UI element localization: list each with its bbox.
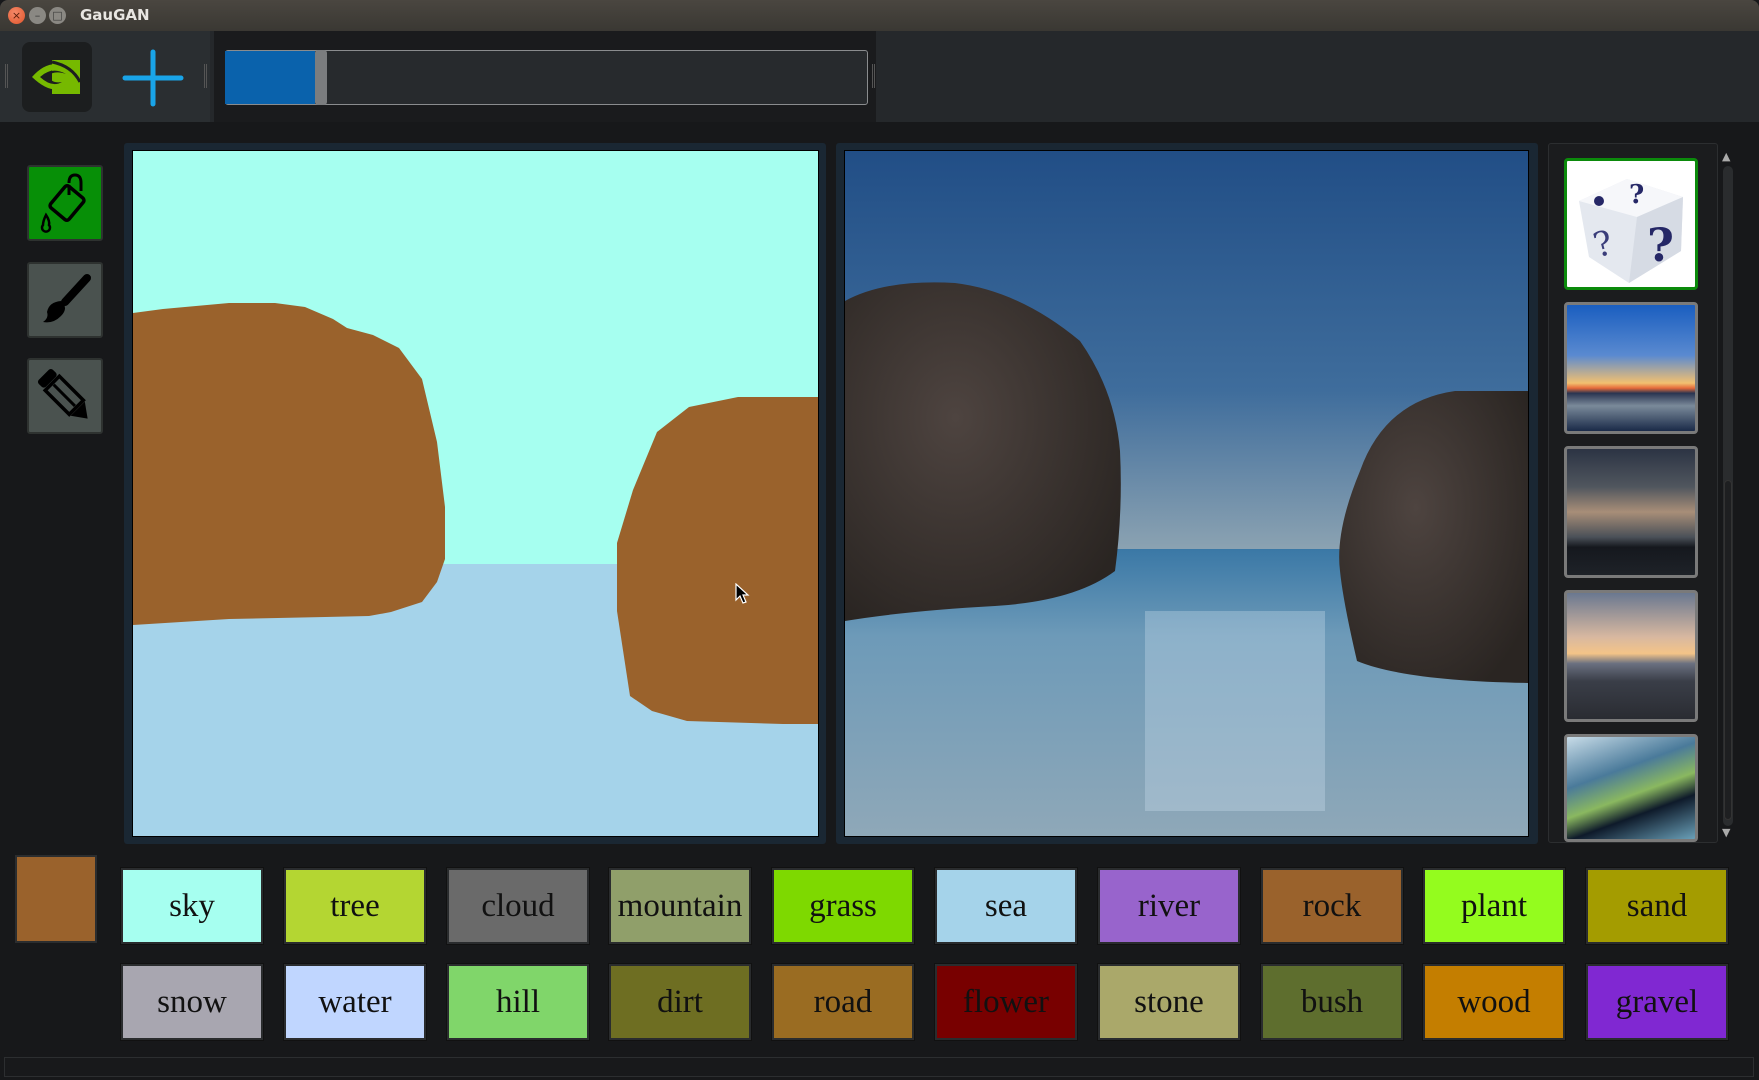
label-button-text: wood bbox=[1457, 983, 1531, 1020]
nvidia-logo-button[interactable] bbox=[22, 42, 92, 112]
label-button-text: rock bbox=[1302, 887, 1362, 924]
generated-output-image bbox=[844, 150, 1529, 837]
scrollbar-thumb[interactable] bbox=[1724, 480, 1732, 820]
pencil-tool-button[interactable] bbox=[27, 358, 103, 434]
label-button-text: water bbox=[318, 983, 392, 1020]
window-title: GauGAN bbox=[80, 6, 150, 24]
label-button-text: road bbox=[813, 983, 873, 1020]
label-button-text: mountain bbox=[617, 887, 743, 924]
thumbnail-city-sunset[interactable] bbox=[1564, 590, 1698, 722]
thumbnail-scrollbar[interactable]: ▲ ▼ bbox=[1722, 150, 1734, 840]
label-button-road[interactable]: road bbox=[771, 963, 915, 1041]
toolbar-grip[interactable] bbox=[204, 64, 207, 88]
scroll-down-arrow-icon[interactable]: ▼ bbox=[1722, 826, 1730, 839]
label-button-text: flower bbox=[962, 983, 1050, 1020]
thumbnail-sunset-lake[interactable] bbox=[1564, 302, 1698, 434]
label-button-grass[interactable]: grass bbox=[771, 867, 915, 945]
window-minimize-button[interactable]: – bbox=[29, 7, 46, 24]
svg-text:?: ? bbox=[1647, 218, 1674, 272]
status-bar bbox=[4, 1057, 1754, 1077]
add-button[interactable] bbox=[118, 46, 188, 110]
label-button-plant[interactable]: plant bbox=[1422, 867, 1566, 945]
label-button-mountain[interactable]: mountain bbox=[608, 867, 752, 945]
paint-bucket-tool-button[interactable] bbox=[27, 165, 103, 241]
label-button-river[interactable]: river bbox=[1097, 867, 1241, 945]
label-button-cloud[interactable]: cloud bbox=[446, 867, 590, 945]
plus-icon bbox=[122, 49, 184, 107]
paint-bucket-icon bbox=[40, 173, 86, 233]
window-close-button[interactable]: × bbox=[8, 7, 25, 24]
dice-icon: ? ? ? bbox=[1579, 179, 1683, 283]
label-button-text: sky bbox=[169, 887, 215, 924]
pencil-icon bbox=[37, 368, 88, 419]
label-button-text: grass bbox=[809, 887, 877, 924]
current-color-swatch bbox=[15, 855, 97, 943]
label-button-snow[interactable]: snow bbox=[120, 963, 264, 1041]
svg-text:?: ? bbox=[1629, 180, 1644, 210]
label-button-text: plant bbox=[1461, 887, 1527, 924]
thumbnail-painting[interactable] bbox=[1564, 734, 1698, 842]
label-button-text: tree bbox=[330, 887, 380, 924]
brush-icon bbox=[43, 274, 91, 323]
label-button-text: sea bbox=[984, 887, 1028, 924]
toolbar-grip[interactable] bbox=[5, 64, 8, 88]
label-button-text: sand bbox=[1626, 887, 1688, 924]
label-button-dirt[interactable]: dirt bbox=[608, 963, 752, 1041]
label-button-hill[interactable]: hill bbox=[446, 963, 590, 1041]
label-button-rock[interactable]: rock bbox=[1260, 867, 1404, 945]
label-button-sky[interactable]: sky bbox=[120, 867, 264, 945]
label-button-water[interactable]: water bbox=[283, 963, 427, 1041]
label-button-stone[interactable]: stone bbox=[1097, 963, 1241, 1041]
label-button-text: dirt bbox=[657, 983, 703, 1020]
thumbnail-random-style[interactable]: ? ? ? bbox=[1564, 158, 1698, 290]
scroll-up-arrow-icon[interactable]: ▲ bbox=[1722, 150, 1730, 163]
label-button-text: hill bbox=[495, 983, 540, 1020]
label-button-text: cloud bbox=[481, 887, 555, 924]
label-button-text: snow bbox=[157, 983, 227, 1020]
label-button-sand[interactable]: sand bbox=[1585, 867, 1729, 945]
nvidia-logo-icon bbox=[32, 60, 82, 94]
label-button-tree[interactable]: tree bbox=[283, 867, 427, 945]
thumbnail-cloudy-dusk[interactable] bbox=[1564, 446, 1698, 578]
label-button-text: river bbox=[1137, 887, 1201, 924]
toolbar-grip[interactable] bbox=[872, 64, 875, 88]
brush-tool-button[interactable] bbox=[27, 262, 103, 338]
label-button-text: gravel bbox=[1615, 983, 1699, 1020]
segmentation-canvas[interactable] bbox=[132, 150, 819, 837]
slider-handle[interactable] bbox=[315, 50, 327, 105]
window-maximize-button[interactable]: □ bbox=[49, 7, 66, 24]
title-bar bbox=[0, 0, 1759, 31]
mouse-cursor-icon bbox=[735, 582, 751, 609]
label-button-flower[interactable]: flower bbox=[934, 963, 1078, 1041]
label-button-gravel[interactable]: gravel bbox=[1585, 963, 1729, 1041]
label-button-text: stone bbox=[1134, 983, 1204, 1020]
label-button-bush[interactable]: bush bbox=[1260, 963, 1404, 1041]
slider-fill bbox=[225, 51, 315, 104]
label-button-sea[interactable]: sea bbox=[934, 867, 1078, 945]
label-button-wood[interactable]: wood bbox=[1422, 963, 1566, 1041]
rock-region-left bbox=[133, 303, 445, 625]
label-button-text: bush bbox=[1300, 983, 1364, 1020]
